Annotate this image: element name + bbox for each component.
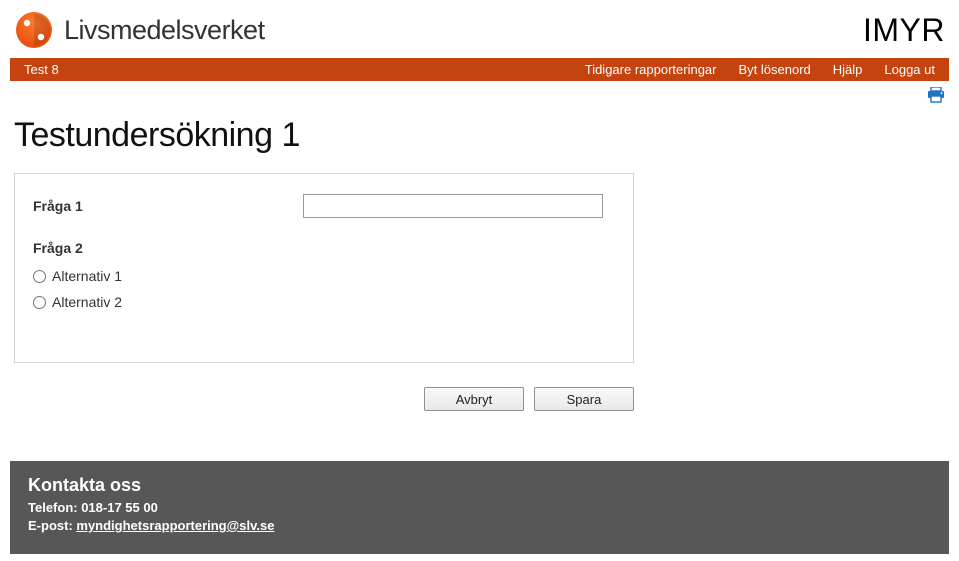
print-row xyxy=(0,81,959,110)
brand-name: Livsmedelsverket xyxy=(64,15,265,46)
nav-link-help[interactable]: Hjälp xyxy=(833,62,863,77)
page-title: Testundersökning 1 xyxy=(14,116,945,155)
footer-email-link[interactable]: myndighetsrapportering@slv.se xyxy=(76,518,274,533)
brand: Livsmedelsverket xyxy=(14,10,265,50)
form-panel: Fråga 1 Fråga 2 Alternativ 1 Alternativ … xyxy=(14,173,634,363)
q1-label: Fråga 1 xyxy=(33,198,303,214)
footer-email-label: E-post: xyxy=(28,518,76,533)
footer-phone-label: Telefon: xyxy=(28,500,81,515)
navbar: Test 8 Tidigare rapporteringar Byt lösen… xyxy=(10,58,949,81)
q2-option-2[interactable]: Alternativ 2 xyxy=(33,294,615,310)
nav-link-password[interactable]: Byt lösenord xyxy=(739,62,811,77)
q2-option-2-label: Alternativ 2 xyxy=(52,294,122,310)
button-row: Avbryt Spara xyxy=(14,387,634,411)
print-icon[interactable] xyxy=(927,87,945,108)
content: Testundersökning 1 Fråga 1 Fråga 2 Alter… xyxy=(0,116,959,441)
q2-radio-2[interactable] xyxy=(33,296,46,309)
footer-email: E-post: myndighetsrapportering@slv.se xyxy=(28,518,931,533)
q2-option-1-label: Alternativ 1 xyxy=(52,268,122,284)
q2-label: Fråga 2 xyxy=(33,240,615,256)
cancel-button[interactable]: Avbryt xyxy=(424,387,524,411)
footer: Kontakta oss Telefon: 018-17 55 00 E-pos… xyxy=(10,461,949,554)
form-row-q1: Fråga 1 xyxy=(33,194,615,218)
nav-link-logout[interactable]: Logga ut xyxy=(884,62,935,77)
navbar-links: Tidigare rapporteringar Byt lösenord Hjä… xyxy=(585,62,935,77)
save-button[interactable]: Spara xyxy=(534,387,634,411)
brand-logo-icon xyxy=(14,10,54,50)
footer-phone: Telefon: 018-17 55 00 xyxy=(28,500,931,515)
app-name: IMYR xyxy=(863,12,945,49)
page-header: Livsmedelsverket IMYR xyxy=(0,0,959,58)
q1-input[interactable] xyxy=(303,194,603,218)
navbar-left-label: Test 8 xyxy=(24,62,59,77)
nav-link-reports[interactable]: Tidigare rapporteringar xyxy=(585,62,717,77)
q2-radio-1[interactable] xyxy=(33,270,46,283)
footer-title: Kontakta oss xyxy=(28,475,931,496)
q2-option-1[interactable]: Alternativ 1 xyxy=(33,268,615,284)
footer-phone-value: 018-17 55 00 xyxy=(81,500,158,515)
